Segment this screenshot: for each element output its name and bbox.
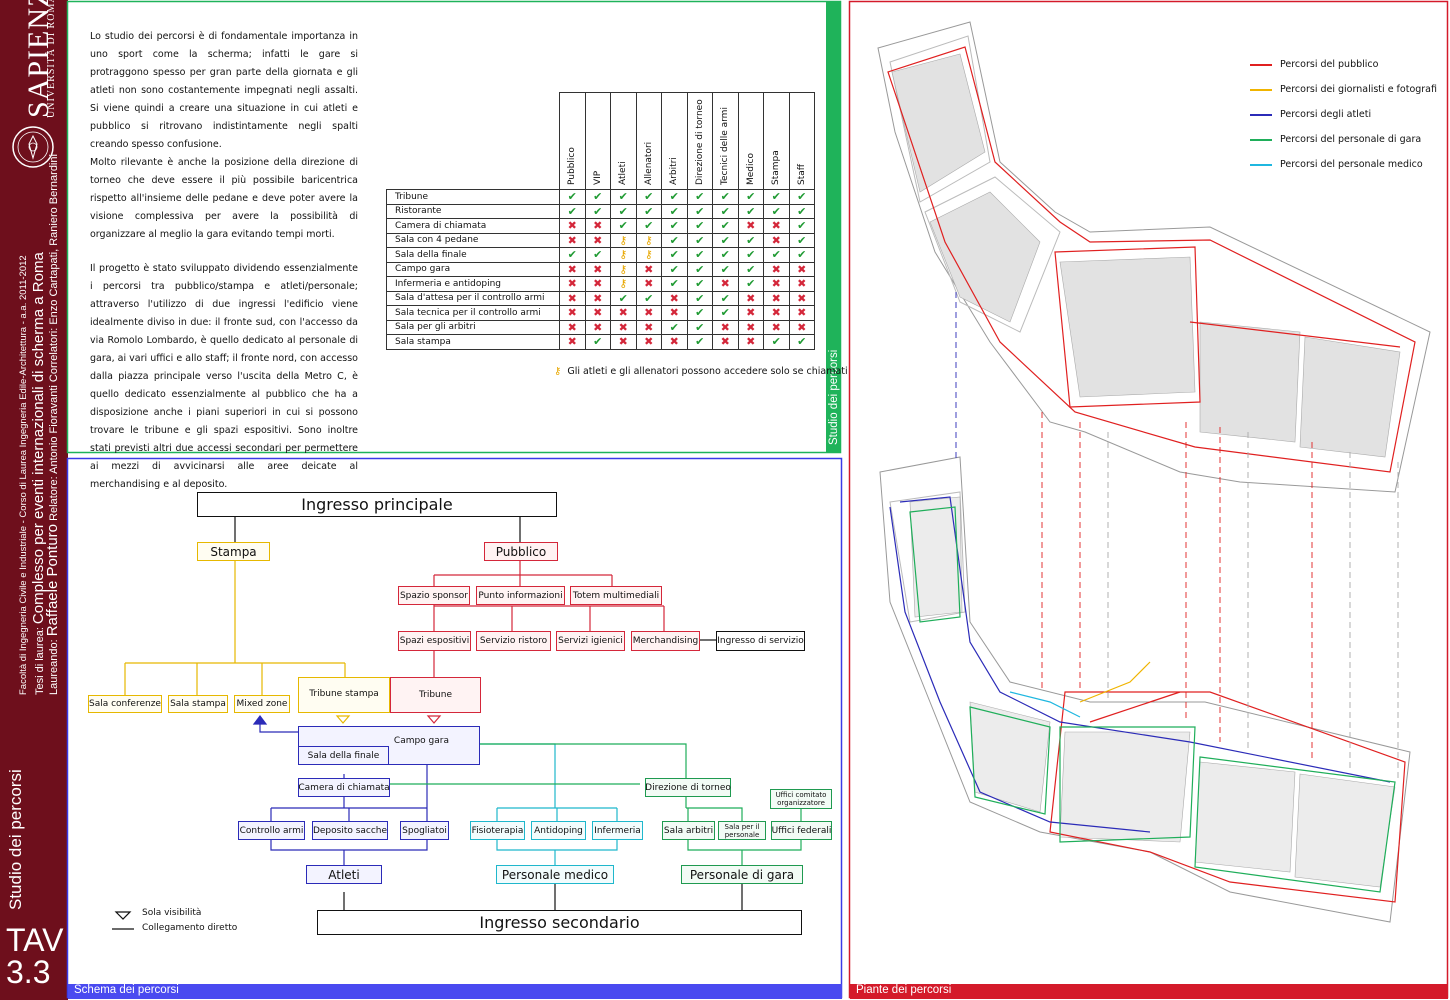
legend-collegamento: Collegamento diretto <box>142 923 238 933</box>
servizi-igienici-box: Servizi igienici <box>556 631 625 651</box>
sala-conferenze-box: Sala conferenze <box>88 695 162 713</box>
legend-label: Percorsi del personale di gara <box>1280 134 1422 145</box>
servizio-ristoro-box: Servizio ristoro <box>476 631 551 651</box>
legend-item: Percorsi del pubblico <box>1250 52 1437 77</box>
uffici-federali-box: Uffici federali <box>771 821 832 840</box>
controllo-armi-box: Controllo armi <box>238 821 305 840</box>
punto-informazioni-box: Punto informazioni <box>476 586 565 605</box>
legend-item: Percorsi dei giornalisti e fotografi <box>1250 77 1437 102</box>
infermeria-box: Infermeria <box>592 821 643 840</box>
legend-item: Percorsi degli atleti <box>1250 102 1437 127</box>
legend-label: Percorsi del pubblico <box>1280 59 1379 70</box>
legend-item: Percorsi del personale di gara <box>1250 127 1437 152</box>
spazio-sponsor-box: Spazio sponsor <box>398 586 470 605</box>
atleti-box: Atleti <box>306 865 382 884</box>
pubblico-box: Pubblico <box>484 542 558 561</box>
legend-visibilita: Sola visibilità <box>142 908 202 918</box>
ingresso-secondario-box: Ingresso secondario <box>317 910 802 935</box>
stampa-box: Stampa <box>197 542 270 561</box>
ingresso-principale-box: Ingresso principale <box>197 492 557 517</box>
camera-chiamata-box: Camera di chiamata <box>298 778 390 797</box>
legend-swatch <box>1250 88 1272 91</box>
mixed-zone-box: Mixed zone <box>234 695 290 713</box>
personale-gara-box: Personale di gara <box>681 865 803 884</box>
legend-swatch <box>1250 63 1272 66</box>
totem-box: Totem multimediali <box>570 586 662 605</box>
spazi-espositivi-box: Spazi espositivi <box>398 631 471 651</box>
legend-label: Percorsi dei giornalisti e fotografi <box>1280 84 1437 95</box>
fisioterapia-box: Fisioterapia <box>470 821 525 840</box>
personale-medico-box: Personale medico <box>496 865 614 884</box>
spogliatoi-box: Spogliatoi <box>400 821 449 840</box>
plan-legend: Percorsi del pubblico Percorsi dei giorna… <box>1250 52 1437 177</box>
legend-swatch <box>1250 138 1272 141</box>
ingresso-servizio-box: Ingresso di servizio <box>716 631 805 651</box>
tribune-stampa-box: Tribune stampa <box>298 677 390 713</box>
sala-finale-box: Sala della finale <box>298 746 389 765</box>
legend-label: Percorsi del personale medico <box>1280 159 1423 170</box>
legend-swatch <box>1250 113 1272 116</box>
antidoping-box: Antidoping <box>531 821 586 840</box>
legend-swatch <box>1250 163 1272 166</box>
uffici-comitato-box: Uffici comitato organizzatore <box>770 789 832 809</box>
deposito-sacche-box: Deposito sacche <box>312 821 388 840</box>
direzione-torneo-box: Direzione di torneo <box>645 778 731 797</box>
legend-label: Percorsi degli atleti <box>1280 109 1372 120</box>
sala-arbitri-box: Sala arbitri <box>662 821 715 840</box>
strip-piante: Piante dei percorsi <box>856 984 952 996</box>
tribune-box: Tribune <box>390 677 481 713</box>
merchandising-box: Merchandising <box>631 631 700 651</box>
legend-item: Percorsi del personale medico <box>1250 152 1437 177</box>
sala-stampa-box: Sala stampa <box>168 695 228 713</box>
sala-personale-box: Sala per il personale <box>718 821 766 840</box>
